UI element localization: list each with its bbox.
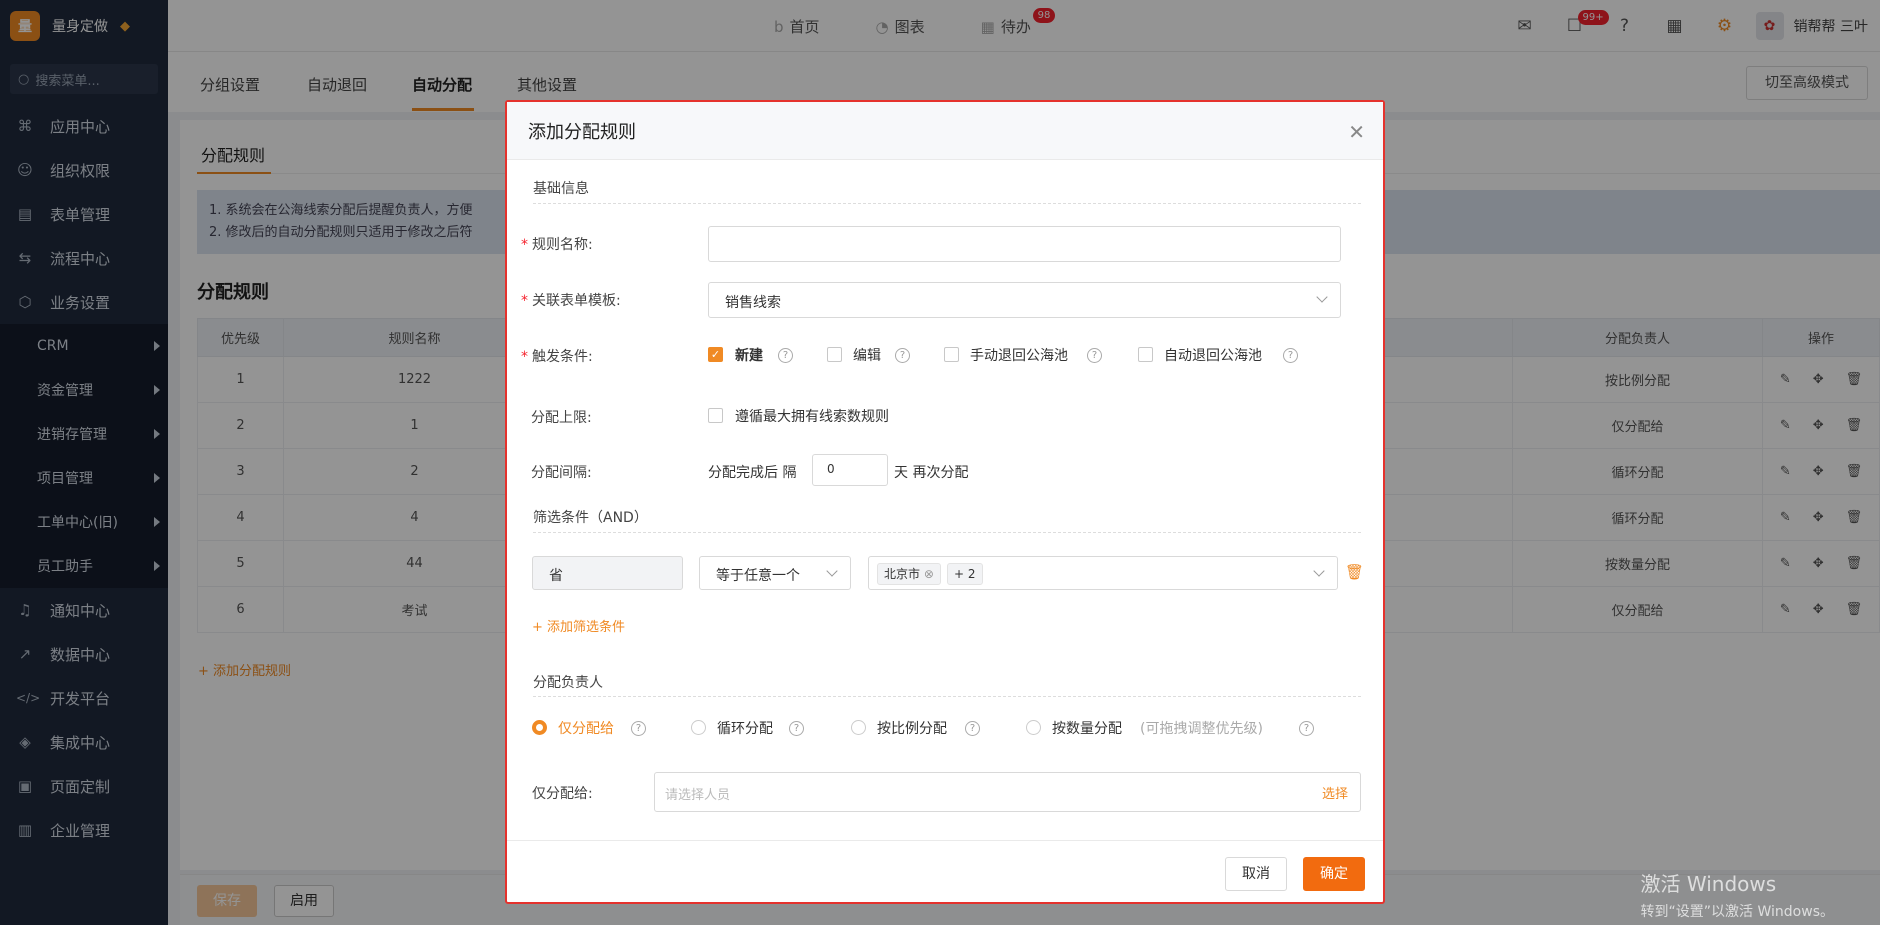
- help-icon[interactable]: ?: [1299, 721, 1314, 736]
- trigger-edit-checkbox[interactable]: [827, 347, 842, 362]
- help-icon[interactable]: ?: [789, 721, 804, 736]
- filter-value-tag: 北京市 ⊗: [877, 563, 941, 585]
- limit-option-label: 遵循最大拥有线索数规则: [735, 409, 889, 425]
- filter-field-select[interactable]: 省: [532, 556, 683, 590]
- interval-suffix: 天 再次分配: [894, 465, 969, 481]
- filter-operator-value: 等于任意一个: [716, 568, 800, 584]
- add-rule-dialog: 添加分配规则 ✕ 基础信息 * 规则名称: * 关联表单模板: 销售线索 * 触发条件…: [505, 100, 1385, 904]
- required-mark: *: [521, 349, 528, 365]
- owner-only-label: 仅分配给: [558, 721, 614, 737]
- help-icon[interactable]: ?: [965, 721, 980, 736]
- assign-person-input[interactable]: 请选择人员 选择: [654, 772, 1361, 812]
- interval-value: 0: [827, 462, 835, 476]
- add-filter-link[interactable]: + 添加筛选条件: [532, 616, 625, 635]
- watermark-line: 转到“设置”以激活 Windows。: [1640, 904, 1834, 920]
- owner-ratio-radio[interactable]: [851, 720, 866, 735]
- filter-field-value: 省: [549, 568, 563, 584]
- assign-label: 仅分配给:: [532, 786, 593, 802]
- template-value: 销售线索: [725, 295, 781, 311]
- template-label: * 关联表单模板:: [521, 290, 621, 310]
- limit-checkbox[interactable]: [708, 408, 723, 423]
- rule-name-label-text: 规则名称:: [532, 237, 593, 253]
- chevron-down-icon: [1313, 565, 1325, 577]
- trigger-new-checkbox[interactable]: ✓: [708, 347, 723, 362]
- help-icon[interactable]: ?: [631, 721, 646, 736]
- limit-label: 分配上限:: [531, 410, 592, 426]
- trigger-label: * 触发条件:: [521, 346, 593, 366]
- filter-operator-select[interactable]: 等于任意一个: [699, 556, 851, 590]
- owner-round-label: 循环分配: [717, 721, 773, 737]
- watermark-line: 激活 Windows: [1640, 872, 1777, 896]
- filter-more-tag: + 2: [947, 563, 983, 585]
- trigger-new-label: 新建: [735, 348, 763, 364]
- basic-info-title: 基础信息: [533, 181, 589, 197]
- interval-label: 分配间隔:: [531, 465, 592, 481]
- trigger-manual-return-checkbox[interactable]: [944, 347, 959, 362]
- rule-name-input[interactable]: [708, 226, 1341, 262]
- chevron-down-icon: [1316, 291, 1328, 303]
- select-person-link[interactable]: 选择: [1322, 783, 1348, 802]
- chevron-down-icon: [826, 565, 838, 577]
- help-icon[interactable]: ?: [1283, 348, 1298, 363]
- dashed-divider: [533, 203, 1361, 204]
- tag-close-icon[interactable]: ⊗: [924, 567, 934, 581]
- cancel-button[interactable]: 取消: [1225, 857, 1287, 891]
- rule-name-label: * 规则名称:: [521, 234, 593, 254]
- interval-input[interactable]: 0: [812, 454, 888, 486]
- trigger-auto-return-checkbox[interactable]: [1138, 347, 1153, 362]
- dialog-footer: 取消 确定: [507, 840, 1383, 904]
- owner-hint: (可拖拽调整优先级): [1140, 721, 1263, 737]
- template-label-text: 关联表单模板:: [532, 293, 621, 309]
- trash-icon[interactable]: 🗑: [1345, 563, 1364, 581]
- filter-title: 筛选条件（AND）: [533, 510, 648, 526]
- interval-prefix: 分配完成后 隔: [708, 465, 797, 481]
- owner-ratio-label: 按比例分配: [877, 721, 947, 737]
- trigger-edit-label: 编辑: [853, 348, 881, 364]
- required-mark: *: [521, 237, 528, 253]
- trigger-label-text: 触发条件:: [532, 349, 593, 365]
- owner-title: 分配负责人: [533, 675, 603, 691]
- windows-activation-watermark: 激活 Windows 转到“设置”以激活 Windows。: [1641, 868, 1834, 921]
- template-select[interactable]: 销售线索: [708, 282, 1341, 318]
- trigger-auto-return-label: 自动退回公海池: [1164, 348, 1262, 364]
- owner-only-radio[interactable]: [532, 720, 547, 735]
- dialog-header: 添加分配规则: [507, 102, 1383, 160]
- dashed-divider: [533, 696, 1361, 697]
- close-icon[interactable]: ✕: [1348, 120, 1365, 144]
- dialog-title: 添加分配规则: [528, 121, 636, 143]
- required-mark: *: [521, 293, 528, 309]
- dashed-divider: [533, 532, 1361, 533]
- assign-placeholder: 请选择人员: [665, 788, 731, 803]
- filter-tag-label: 北京市: [884, 567, 921, 581]
- trigger-manual-return-label: 手动退回公海池: [970, 348, 1068, 364]
- owner-round-radio[interactable]: [691, 720, 706, 735]
- owner-quantity-radio[interactable]: [1026, 720, 1041, 735]
- help-icon[interactable]: ?: [895, 348, 910, 363]
- help-icon[interactable]: ?: [1087, 348, 1102, 363]
- filter-value-select[interactable]: 北京市 ⊗ + 2: [868, 556, 1338, 590]
- confirm-button[interactable]: 确定: [1303, 857, 1365, 891]
- owner-quantity-label: 按数量分配: [1052, 721, 1122, 737]
- help-icon[interactable]: ?: [778, 348, 793, 363]
